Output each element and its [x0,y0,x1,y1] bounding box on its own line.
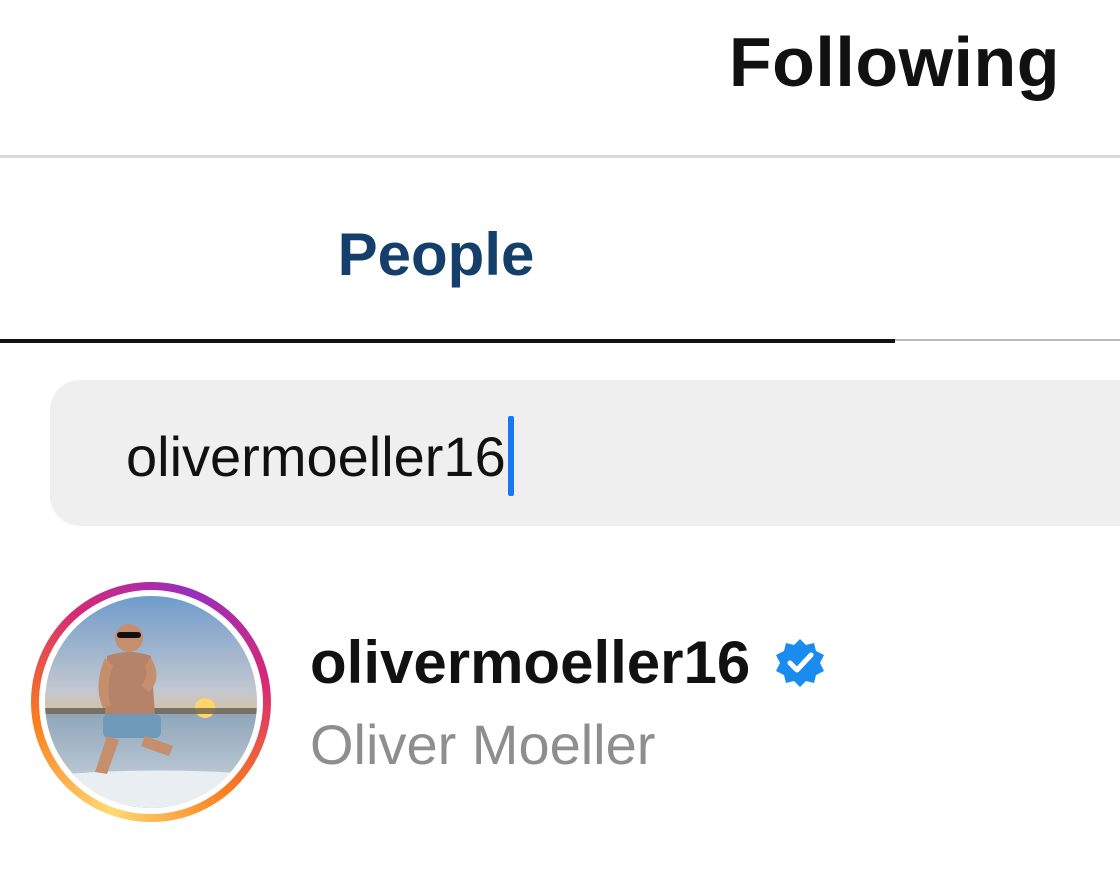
story-ring[interactable] [31,582,271,822]
following-screen: Following People olivermoeller16 oliverm… [0,0,1120,875]
search-result-row[interactable]: olivermoeller16 Oliver Moeller [0,570,1120,830]
tab-divider [895,339,1120,341]
avatar-photo [45,596,257,808]
search-input[interactable]: olivermoeller16 [126,416,514,496]
search-box[interactable]: olivermoeller16 [50,380,1120,526]
tab-people[interactable]: People [0,158,895,344]
page-title: Following [728,23,1060,101]
active-tab-indicator [0,339,895,343]
result-username[interactable]: olivermoeller16 [310,628,750,697]
result-full-name: Oliver Moeller [310,713,656,776]
tab-bar: People [0,158,1120,344]
tab-people-label: People [337,221,535,288]
header: Following [0,0,1120,158]
result-username-line: olivermoeller16 [310,628,828,697]
verified-badge-icon [772,635,828,691]
search-input-value: olivermoeller16 [126,424,506,488]
avatar [45,596,257,808]
text-caret [507,416,514,496]
